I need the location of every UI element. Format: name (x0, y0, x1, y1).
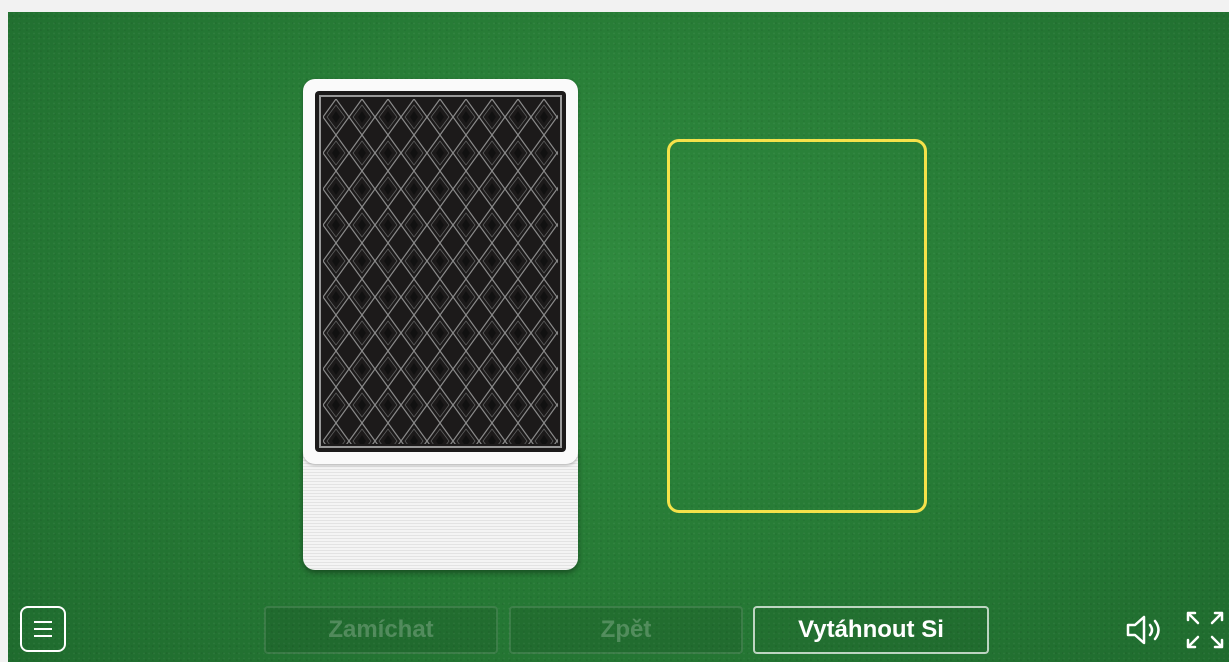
undo-button[interactable]: Zpět (509, 606, 743, 654)
fullscreen-icon[interactable] (1185, 610, 1225, 655)
card-back-pattern (323, 99, 558, 444)
card-table (8, 12, 1229, 662)
draw-button[interactable]: Vytáhnout Si (753, 606, 989, 654)
hamburger-icon[interactable] (20, 606, 66, 652)
waste-pile-slot[interactable] (667, 139, 927, 513)
card-deck[interactable] (303, 79, 578, 570)
felt-texture (8, 12, 1229, 662)
shuffle-button[interactable]: Zamíchat (264, 606, 498, 654)
speaker-icon[interactable] (1125, 614, 1169, 651)
deck-top-card[interactable] (303, 79, 578, 464)
deck-stack (303, 449, 578, 570)
card-back (315, 91, 566, 452)
